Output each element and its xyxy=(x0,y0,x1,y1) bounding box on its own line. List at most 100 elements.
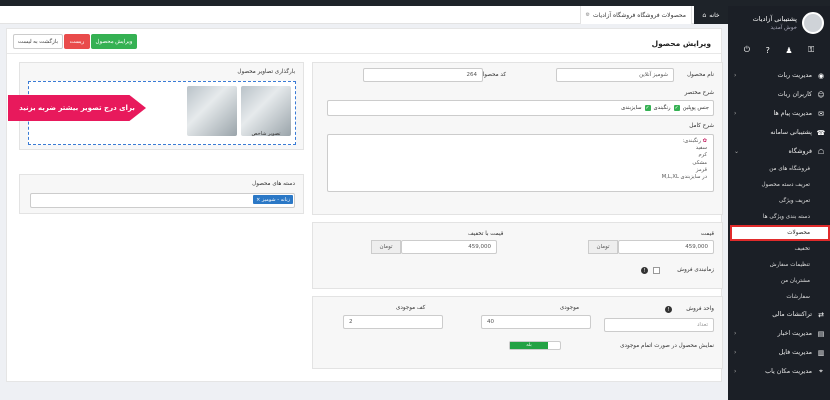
images-title: بارگذاری تصاویر محصول xyxy=(237,69,295,75)
sidebar-item-files[interactable]: ▥ مدیریت فایل ‹ xyxy=(728,343,830,362)
sidebar-item-label: تراکنشات مالی xyxy=(772,311,812,318)
edit-product-button[interactable]: ویرایش محصول xyxy=(91,34,137,49)
info-icon[interactable]: ! xyxy=(665,306,672,313)
product-image[interactable] xyxy=(187,86,237,136)
desc-line: رنگبندی: xyxy=(682,138,701,144)
file-icon: ▥ xyxy=(817,348,825,357)
stock-field[interactable]: 40 xyxy=(481,315,591,329)
page-footer xyxy=(0,390,728,400)
sidebar-sub-discount[interactable]: تخفیف xyxy=(728,241,830,257)
category-tag[interactable]: زنانه - شومیز × xyxy=(253,195,293,204)
category-panel: دسته های محصول زنانه - شومیز × xyxy=(19,174,304,214)
info-icon[interactable]: ! xyxy=(641,267,648,274)
unit-label: واحد فروش xyxy=(686,306,714,312)
price-label: قیمت xyxy=(700,231,714,237)
tab-products[interactable]: محصولات فروشگاه فروشگاه آزادیات ⚙ xyxy=(579,6,692,24)
stock-label: موجودی xyxy=(559,305,579,311)
flower-icon: ✿ xyxy=(702,138,707,144)
sidebar-item-news[interactable]: ▤ مدیریت اخبار ‹ xyxy=(728,324,830,343)
message-icon: ✉ xyxy=(818,109,824,118)
summary-tag: رنگبندی xyxy=(653,105,671,111)
user-greeting: خوش آمدید xyxy=(770,25,797,31)
main-image[interactable]: تصویر شاخص xyxy=(241,86,291,137)
sidebar-sub-attribute[interactable]: تعریف ویژگی xyxy=(728,193,830,209)
home-icon: ⌂ xyxy=(702,11,707,19)
category-title: دسته های محصول xyxy=(252,181,295,187)
sidebar-item-label: مدیریت ربات xyxy=(777,72,812,79)
sidebar-item-transactions[interactable]: ⇄ تراکنشات مالی xyxy=(728,305,830,324)
store-icon: ☖ xyxy=(817,147,825,156)
tab-home-label: خانه xyxy=(709,11,720,19)
discount-price-field[interactable]: 459,000 xyxy=(401,240,497,254)
sidebar-sub-category[interactable]: تعریف دسته محصول xyxy=(728,177,830,193)
sidebar-item-messages[interactable]: ✉ مدیریت پیام ها ‹ xyxy=(728,104,830,123)
chevron-left-icon: ‹ xyxy=(734,368,737,375)
product-info-panel: نام محصول شومیز آنلاین کد محصول 264 شرح … xyxy=(312,62,723,215)
desc-line: قرمز xyxy=(696,166,707,173)
chevron-down-icon: ⌄ xyxy=(734,148,740,155)
tab-products-label: محصولات فروشگاه فروشگاه آزادیات xyxy=(592,11,686,19)
help-icon[interactable]: ? xyxy=(766,46,770,55)
tab-home[interactable]: خانه ⌂ xyxy=(694,6,728,24)
sale-unit-field[interactable]: تعداد xyxy=(604,318,714,332)
summary-label: شرح مختصر xyxy=(684,90,714,96)
sidebar-item-label: فروشگاه xyxy=(788,148,813,155)
tab-bar: خانه ⌂ محصولات فروشگاه فروشگاه آزادیات ⚙ xyxy=(0,6,728,24)
full-desc-label: شرح کامل xyxy=(689,123,714,129)
power-icon[interactable]: ⏻ xyxy=(744,45,750,55)
sidebar-sub-orders[interactable]: سفارشات xyxy=(728,289,830,305)
chevron-left-icon: ‹ xyxy=(734,72,737,79)
category-tag-label: زنانه - شومیز xyxy=(261,196,290,203)
sidebar-sub-customers[interactable]: مشتریان من xyxy=(728,273,830,289)
summary-field[interactable]: جنس پوپلین ✓ رنگبندی ✓ سایزبندی xyxy=(327,100,714,116)
full-desc-field[interactable]: ✿ رنگبندی: سفید کرم مشکی قرمز در سایزبند… xyxy=(327,134,714,192)
price-unit: تومان xyxy=(588,240,618,254)
sidebar-sub-products[interactable]: محصولات xyxy=(730,225,830,241)
back-to-list-button[interactable]: بازگشت به لیست xyxy=(13,34,63,49)
sidebar: پشتیبانی آزادیات خوش آمدید ⏻ ? ♟ ⚿ ◉ مدیر… xyxy=(728,6,830,400)
code-label: کد محصول xyxy=(480,72,506,78)
divider xyxy=(7,53,721,54)
transactions-icon: ⇄ xyxy=(818,310,824,319)
add-more-images-banner: برای درج تصویر بیشتر ضربه بزنید xyxy=(8,95,146,121)
sidebar-item-locator[interactable]: ⌖ مدیریت مکان یاب ‹ xyxy=(728,362,830,381)
timed-sale-checkbox[interactable] xyxy=(653,267,660,274)
sidebar-item-robot[interactable]: ◉ مدیریت ربات ‹ xyxy=(728,66,830,85)
check-icon: ✓ xyxy=(673,105,680,111)
tab-products-icon: ⚙ xyxy=(585,12,590,18)
code-field[interactable]: 264 xyxy=(363,68,483,82)
chevron-left-icon: ‹ xyxy=(734,110,737,117)
robot-icon: ◉ xyxy=(817,71,825,80)
chevron-left-icon: ‹ xyxy=(734,330,737,337)
edit-product-panel: بازگشت به لیست ریست ویرایش محصول ویرایش … xyxy=(6,28,723,382)
banner-text: برای درج تصویر بیشتر ضربه بزنید xyxy=(19,104,135,112)
main-image-caption: تصویر شاخص xyxy=(251,131,281,137)
min-stock-label: کف موجودی xyxy=(396,305,426,311)
min-stock-field[interactable]: 2 xyxy=(343,315,443,329)
user-name: پشتیبانی آزادیات xyxy=(752,15,797,23)
sidebar-item-store[interactable]: ☖ فروشگاه ⌄ xyxy=(728,142,830,161)
sidebar-item-bot-users[interactable]: ☺ کاربران ربات xyxy=(728,85,830,104)
sidebar-item-label: مدیریت مکان یاب xyxy=(765,368,812,375)
quick-actions: ⏻ ? ♟ ⚿ xyxy=(728,42,830,58)
avatar[interactable] xyxy=(802,12,824,34)
name-field[interactable]: شومیز آنلاین xyxy=(556,68,674,82)
user-panel: پشتیبانی آزادیات خوش آمدید xyxy=(728,6,830,46)
sidebar-sub-attribute-groups[interactable]: دسته بندی ویژگی ها xyxy=(728,209,830,225)
desc-line: کرم xyxy=(698,152,707,159)
summary-text: جنس پوپلین xyxy=(682,105,709,111)
show-when-out-toggle[interactable]: بله xyxy=(509,341,561,350)
news-icon: ▤ xyxy=(817,329,825,338)
support-icon: ☎ xyxy=(816,128,826,137)
sidebar-sub-my-stores[interactable]: فروشگاه های من xyxy=(728,161,830,177)
sidebar-sub-order-settings[interactable]: تنظیمات سفارش xyxy=(728,257,830,273)
toggle-on-label: بله xyxy=(510,342,548,349)
location-icon: ⌖ xyxy=(819,367,823,375)
sidebar-item-label: مدیریت پیام ها xyxy=(773,110,812,117)
sidebar-item-support[interactable]: ☎ پشتیبانی سامانه xyxy=(728,123,830,142)
reset-button[interactable]: ریست xyxy=(64,34,90,49)
show-when-out-label: نمایش محصول در صورت اتمام موجودی xyxy=(620,343,714,349)
price-field[interactable]: 459,000 xyxy=(618,240,714,254)
lock-icon[interactable]: ⚿ xyxy=(808,45,814,55)
user-icon[interactable]: ♟ xyxy=(785,46,792,55)
